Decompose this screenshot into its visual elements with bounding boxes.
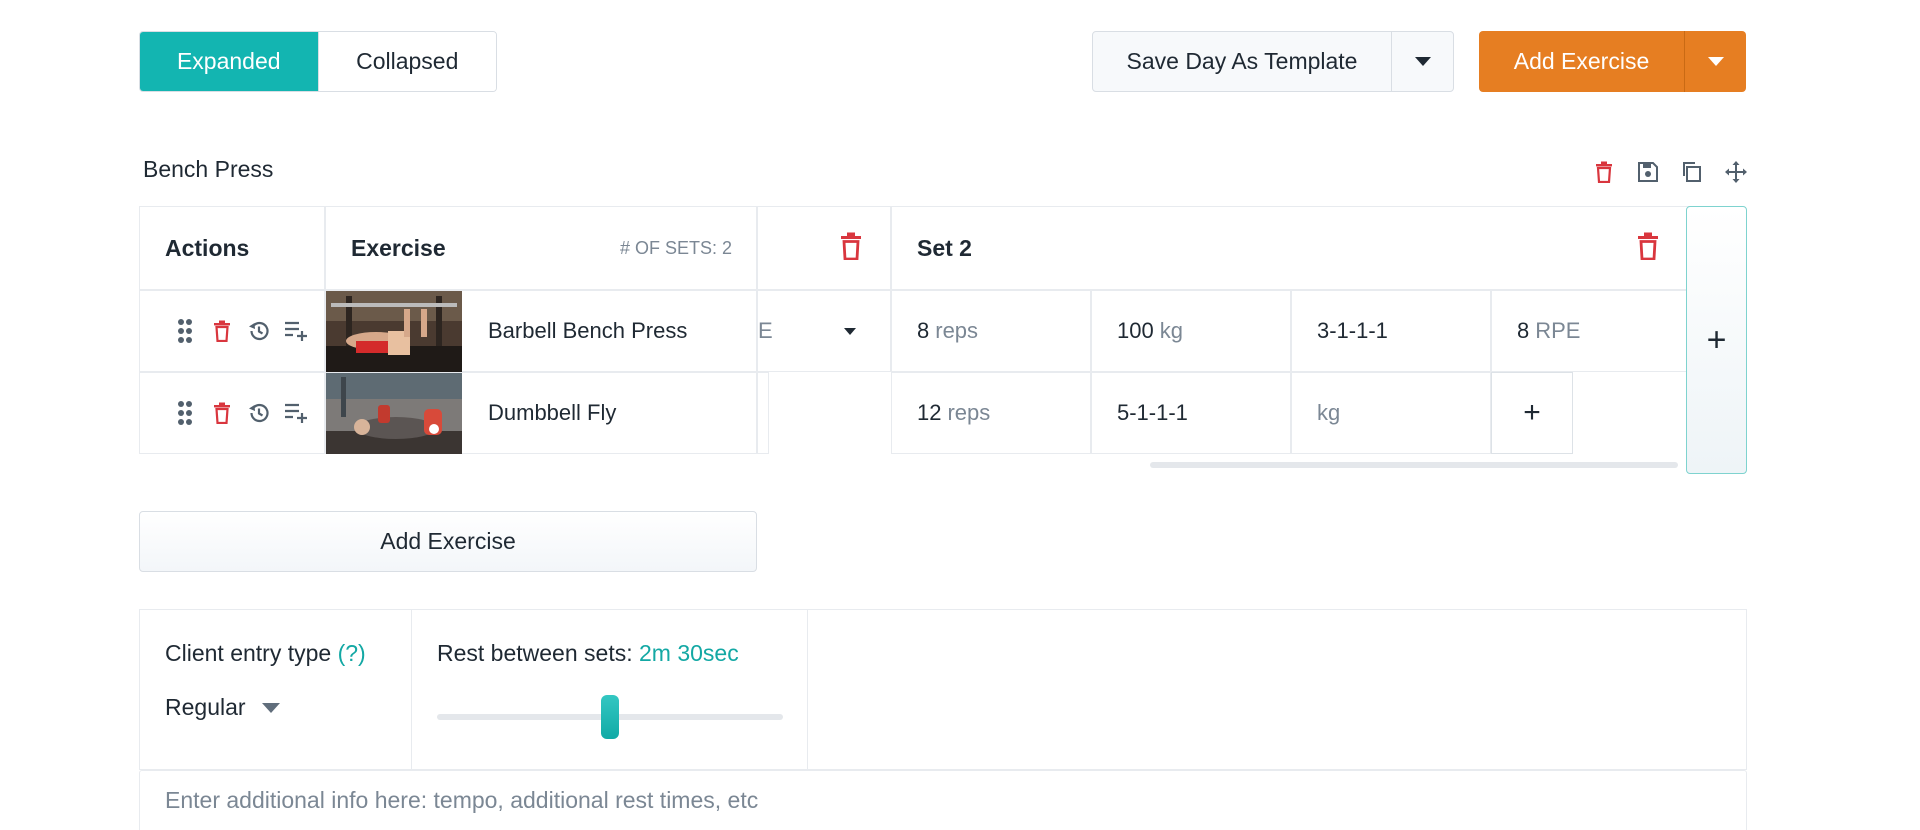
group-title: Bench Press (143, 156, 274, 182)
client-entry-type-section: Client entry type (?) Regular (140, 610, 412, 769)
rest-value: 2m 30sec (639, 640, 739, 666)
plus-icon: + (1706, 321, 1727, 359)
set1-header (757, 206, 891, 290)
move-group-button[interactable] (1722, 158, 1750, 186)
collapsed-toggle-button[interactable]: Collapsed (317, 32, 496, 91)
trash-icon (1596, 161, 1612, 183)
delete-exercise-button[interactable] (209, 318, 235, 344)
save-day-as-template-button[interactable]: Save Day As Template (1093, 32, 1391, 91)
entry-type-help-link[interactable]: (?) (338, 640, 366, 666)
group-settings-panel: Client entry type (?) Regular Rest betwe… (139, 609, 1747, 770)
drag-handle-button[interactable] (172, 318, 198, 344)
add-note-button[interactable] (283, 318, 309, 344)
caret-down-icon (1414, 57, 1431, 66)
history-icon (249, 403, 269, 423)
view-toggle: Expanded Collapsed (139, 31, 497, 92)
trash-icon (214, 402, 230, 424)
exercise-header-label: Exercise (351, 234, 446, 261)
tempo-input[interactable]: 5-1-1-1 (1091, 372, 1291, 454)
delete-group-button[interactable] (1590, 158, 1618, 186)
weight-input[interactable]: kg (1291, 372, 1491, 454)
weight-input[interactable]: 100 kg (1091, 290, 1291, 372)
add-exercise-button[interactable]: Add Exercise (1479, 31, 1684, 92)
actions-header: Actions (139, 206, 325, 290)
delete-set2-button[interactable] (1637, 232, 1659, 265)
add-set-button[interactable]: + (1686, 206, 1747, 474)
reps-input[interactable]: 8 reps (891, 290, 1091, 372)
rpe-input[interactable]: 8 RPE (1491, 290, 1690, 372)
set1-type-partial: E (758, 318, 773, 343)
reps-input[interactable]: 12 reps (891, 372, 1091, 454)
set1-cell-partial[interactable]: E (757, 290, 891, 372)
trash-icon (1638, 232, 1658, 260)
drag-handle-button[interactable] (172, 400, 198, 426)
horizontal-scrollbar[interactable] (1150, 462, 1678, 468)
add-field-button[interactable]: + (1491, 372, 1573, 454)
delete-set1-button[interactable] (840, 232, 862, 265)
table-row-actions (139, 372, 325, 454)
add-exercise-dropdown-button[interactable] (1684, 31, 1746, 92)
save-icon (1638, 162, 1658, 182)
exercise-name[interactable]: Dumbbell Fly (488, 400, 616, 426)
set2-header: Set 2 (891, 206, 1690, 290)
history-icon (249, 321, 269, 341)
delete-exercise-button[interactable] (209, 400, 235, 426)
exercise-thumbnail (326, 291, 462, 372)
exercise-grid: Actions Exercise # OF SETS: 2 Set 2 Barb… (139, 206, 1690, 454)
exercise-history-button[interactable] (246, 400, 272, 426)
expanded-toggle-button[interactable]: Expanded (140, 32, 318, 91)
table-row-exercise: Barbell Bench Press (325, 290, 757, 372)
playlist-add-icon (285, 321, 307, 341)
rest-slider-thumb[interactable] (601, 695, 619, 739)
exercise-header: Exercise # OF SETS: 2 (325, 206, 757, 290)
group-tools (1590, 158, 1750, 186)
add-exercise-to-group-button[interactable]: Add Exercise (139, 511, 757, 572)
rest-between-sets-section: Rest between sets: 2m 30sec (412, 610, 808, 769)
additional-info-field[interactable] (139, 770, 1747, 830)
exercise-thumbnail (326, 373, 462, 454)
client-entry-type-select[interactable]: Regular (165, 694, 280, 721)
copy-group-button[interactable] (1678, 158, 1706, 186)
drag-handle-icon (178, 401, 192, 425)
caret-down-icon (1707, 57, 1724, 66)
exercise-name[interactable]: Barbell Bench Press (488, 318, 687, 344)
set1-cell-partial (757, 372, 769, 454)
rest-between-sets-label: Rest between sets: 2m 30sec (437, 640, 739, 666)
add-note-button[interactable] (283, 400, 309, 426)
plus-icon: + (1523, 396, 1541, 429)
caret-down-icon (261, 702, 280, 713)
save-template-dropdown-button[interactable] (1391, 32, 1453, 91)
additional-info-input[interactable] (165, 787, 1721, 814)
save-group-button[interactable] (1634, 158, 1662, 186)
caret-down-icon (844, 327, 856, 335)
exercise-history-button[interactable] (246, 318, 272, 344)
save-day-as-template-group: Save Day As Template (1092, 31, 1454, 92)
trash-icon (214, 320, 230, 342)
playlist-add-icon (285, 403, 307, 423)
sets-count: # OF SETS: 2 (619, 237, 732, 258)
drag-handle-icon (178, 319, 192, 343)
add-exercise-group: Add Exercise (1479, 31, 1746, 92)
set2-header-label: Set 2 (917, 234, 972, 261)
client-entry-type-label: Client entry type (?) (165, 640, 366, 666)
trash-icon (841, 232, 861, 260)
copy-icon (1683, 162, 1701, 182)
table-row-exercise: Dumbbell Fly (325, 372, 757, 454)
table-row-actions (139, 290, 325, 372)
tempo-input[interactable]: 3-1-1-1 (1291, 290, 1491, 372)
move-icon (1725, 161, 1747, 183)
